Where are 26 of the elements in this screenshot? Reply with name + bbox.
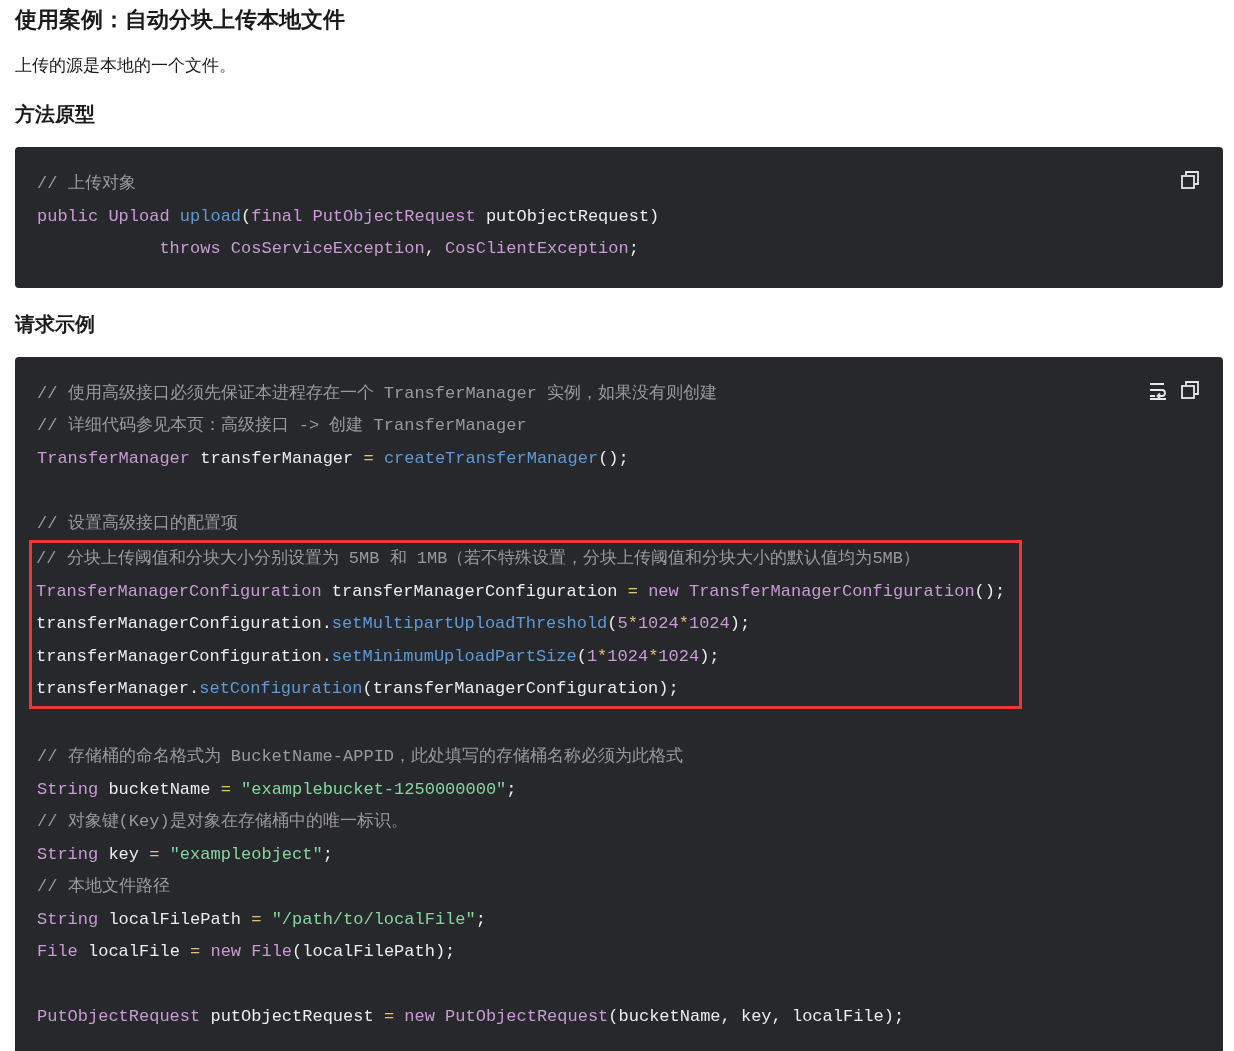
copy-icon[interactable] <box>1180 379 1200 400</box>
code-line: transferManagerConfiguration.setMultipartUploadThreshold(5*1024*1024); <box>36 613 751 635</box>
code-line: // 上传对象 <box>37 173 136 195</box>
intro-text: 上传的源是本地的一个文件。 <box>15 54 237 77</box>
section-heading: 请求示例 <box>15 310 96 338</box>
code-line: public Upload upload(final PutObjectRequest putObjectRequest) <box>37 205 660 228</box>
code-line: // 使用高级接口必须先保证本进程存在一个 TransferManager 实例，如果没有则创建 <box>37 382 718 405</box>
code-line: File localFile = new File(localFilePath); <box>37 941 456 963</box>
code-line: // 对象键(Key)是对象在存储桶中的唯一标识。 <box>37 811 408 833</box>
code-line: // 本地文件路径 <box>37 876 170 898</box>
code-line: // 详细代码参见本页：高级接口 -> 创建 TransferManager <box>37 414 527 437</box>
code-line: String key = "exampleobject"; <box>37 843 333 866</box>
code-line: // 分块上传阈值和分块大小分别设置为 5MB 和 1MB（若不特殊设置，分块上传阈值和分块大小的默认值均为5MB） <box>36 548 921 570</box>
code-line: TransferManager transferManager = createTransferManager(); <box>37 447 629 470</box>
code-line: String bucketName = "examplebucket-1250000000"; <box>37 778 517 801</box>
copy-icon[interactable] <box>1180 170 1200 190</box>
page-title: 使用案例：自动分块上传本地文件 <box>15 6 346 34</box>
code-line: PutObjectRequest putObjectRequest = new PutObjectRequest(bucketName, key, localFile); <box>37 1006 905 1028</box>
code-line: TransferManagerConfiguration transferManagerConfiguration = new TransferManagerConfiguration(); <box>36 580 1006 603</box>
code-line: String localFilePath = "/path/to/localFile"; <box>37 908 486 931</box>
code-line: // 设置高级接口的配置项 <box>37 512 238 535</box>
code-line: transferManager.setConfiguration(transferManagerConfiguration); <box>36 678 679 700</box>
code-line: transferManagerConfiguration.setMinimumUploadPartSize(1*1024*1024); <box>36 645 720 668</box>
code-line: throws CosServiceException, CosClientException; <box>158 238 639 260</box>
section-heading: 方法原型 <box>15 101 96 128</box>
code-line: // 存储桶的命名格式为 BucketName-APPID，此处填写的存储桶名称必须为此格式 <box>37 746 684 768</box>
